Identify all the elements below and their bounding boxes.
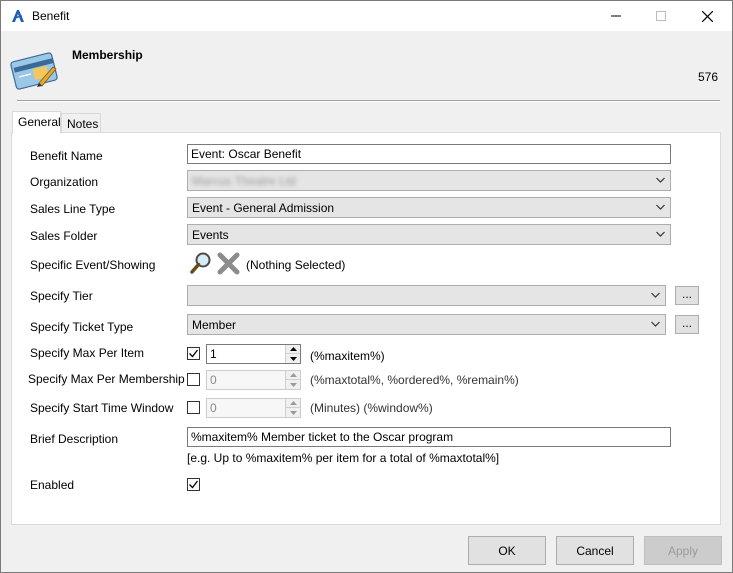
arrow-down-icon — [289, 356, 297, 361]
max-per-item-label: Specify Max Per Item — [30, 346, 145, 360]
arrow-down-icon — [289, 410, 297, 415]
arrow-up-icon — [289, 401, 297, 405]
enabled-checkbox[interactable] — [187, 478, 200, 491]
checkmark-icon — [189, 349, 199, 358]
arrow-up-icon — [289, 347, 297, 351]
brief-description-hint: [e.g. Up to %maxitem% per item for a tot… — [187, 451, 500, 465]
chevron-down-icon — [656, 177, 665, 183]
max-per-membership-label: Specify Max Per Membership — [28, 372, 185, 386]
cancel-button[interactable]: Cancel — [556, 536, 634, 565]
chevron-down-icon — [656, 231, 665, 237]
tab-notes[interactable]: Notes — [61, 113, 101, 133]
brief-description-label: Brief Description — [30, 432, 119, 446]
ok-button[interactable]: OK — [468, 536, 546, 565]
start-time-window-value: 0 — [210, 401, 217, 415]
sales-folder-select[interactable]: Events — [187, 224, 671, 245]
start-time-window-hint: (Minutes) (%window%) — [310, 401, 433, 415]
chevron-down-icon — [651, 292, 660, 298]
max-per-membership-checkbox[interactable] — [187, 373, 200, 386]
spin-down-button[interactable] — [286, 380, 300, 389]
close-button[interactable] — [684, 1, 730, 31]
brief-description-input[interactable]: %maxitem% Member ticket to the Oscar pro… — [187, 427, 671, 447]
specific-event-value: (Nothing Selected) — [246, 258, 346, 272]
chevron-down-icon — [651, 321, 660, 327]
ticket-type-browse-button[interactable]: ... — [675, 315, 699, 334]
specific-event-label: Specific Event/Showing — [30, 258, 156, 272]
sales-line-type-value: Event - General Admission — [192, 201, 335, 215]
minimize-icon — [611, 15, 621, 17]
start-time-window-label: Specify Start Time Window — [30, 401, 174, 415]
tab-general[interactable]: General — [12, 111, 61, 134]
max-per-item-hint: (%maxitem%) — [310, 349, 385, 363]
close-icon — [701, 10, 713, 22]
membership-card-icon — [10, 52, 58, 90]
max-per-membership-stepper[interactable]: 0 — [206, 370, 301, 390]
max-per-membership-value: 0 — [210, 373, 217, 387]
apply-button[interactable]: Apply — [644, 536, 722, 565]
chevron-down-icon — [656, 204, 665, 210]
specify-tier-browse-button[interactable]: ... — [675, 286, 699, 305]
spin-up-button[interactable] — [286, 399, 300, 408]
enabled-label: Enabled — [30, 478, 75, 492]
start-time-window-stepper[interactable]: 0 — [206, 398, 301, 418]
ticket-type-label: Specify Ticket Type — [30, 320, 134, 334]
arrow-up-icon — [289, 373, 297, 377]
spin-up-button[interactable] — [286, 345, 300, 354]
max-per-item-checkbox[interactable] — [187, 347, 200, 360]
max-per-item-stepper[interactable]: 1 — [206, 344, 301, 364]
record-id: 576 — [698, 70, 719, 84]
window-title: Benefit — [32, 9, 70, 23]
spin-down-button[interactable] — [286, 354, 300, 363]
max-per-membership-hint: (%maxtotal%, %ordered%, %remain%) — [310, 373, 519, 387]
ticket-type-value: Member — [192, 318, 237, 332]
sales-line-type-select[interactable]: Event - General Admission — [187, 197, 671, 218]
checkmark-icon — [189, 480, 199, 489]
spin-up-button[interactable] — [286, 371, 300, 380]
spin-down-button[interactable] — [286, 408, 300, 417]
organization-value: Marcus Theatre Ltd — [192, 174, 296, 188]
app-logo-icon — [12, 10, 24, 22]
specify-tier-label: Specify Tier — [30, 289, 93, 303]
organization-label: Organization — [30, 175, 99, 189]
specify-tier-select[interactable] — [187, 285, 666, 306]
arrow-down-icon — [289, 382, 297, 387]
clear-selection-icon[interactable] — [217, 252, 240, 275]
ticket-type-select[interactable]: Member — [187, 314, 666, 335]
max-per-item-value: 1 — [210, 347, 217, 361]
maximize-button[interactable] — [638, 1, 684, 31]
benefit-dialog: Benefit Membership 576 General Notes Ben… — [0, 0, 733, 573]
benefit-name-label: Benefit Name — [30, 149, 103, 163]
minimize-button[interactable] — [593, 1, 639, 31]
organization-select[interactable]: Marcus Theatre Ltd — [187, 170, 671, 191]
maximize-icon — [656, 11, 666, 21]
header-divider — [17, 100, 720, 102]
sales-folder-label: Sales Folder — [30, 229, 98, 243]
dialog-header: Membership 576 — [1, 31, 732, 105]
sales-folder-value: Events — [192, 228, 229, 242]
title-bar[interactable]: Benefit — [1, 1, 732, 31]
start-time-window-checkbox[interactable] — [187, 401, 200, 414]
sales-line-type-label: Sales Line Type — [30, 202, 116, 216]
search-icon[interactable] — [189, 251, 213, 275]
header-title: Membership — [72, 48, 143, 62]
benefit-name-input[interactable]: Event: Oscar Benefit — [187, 144, 671, 164]
